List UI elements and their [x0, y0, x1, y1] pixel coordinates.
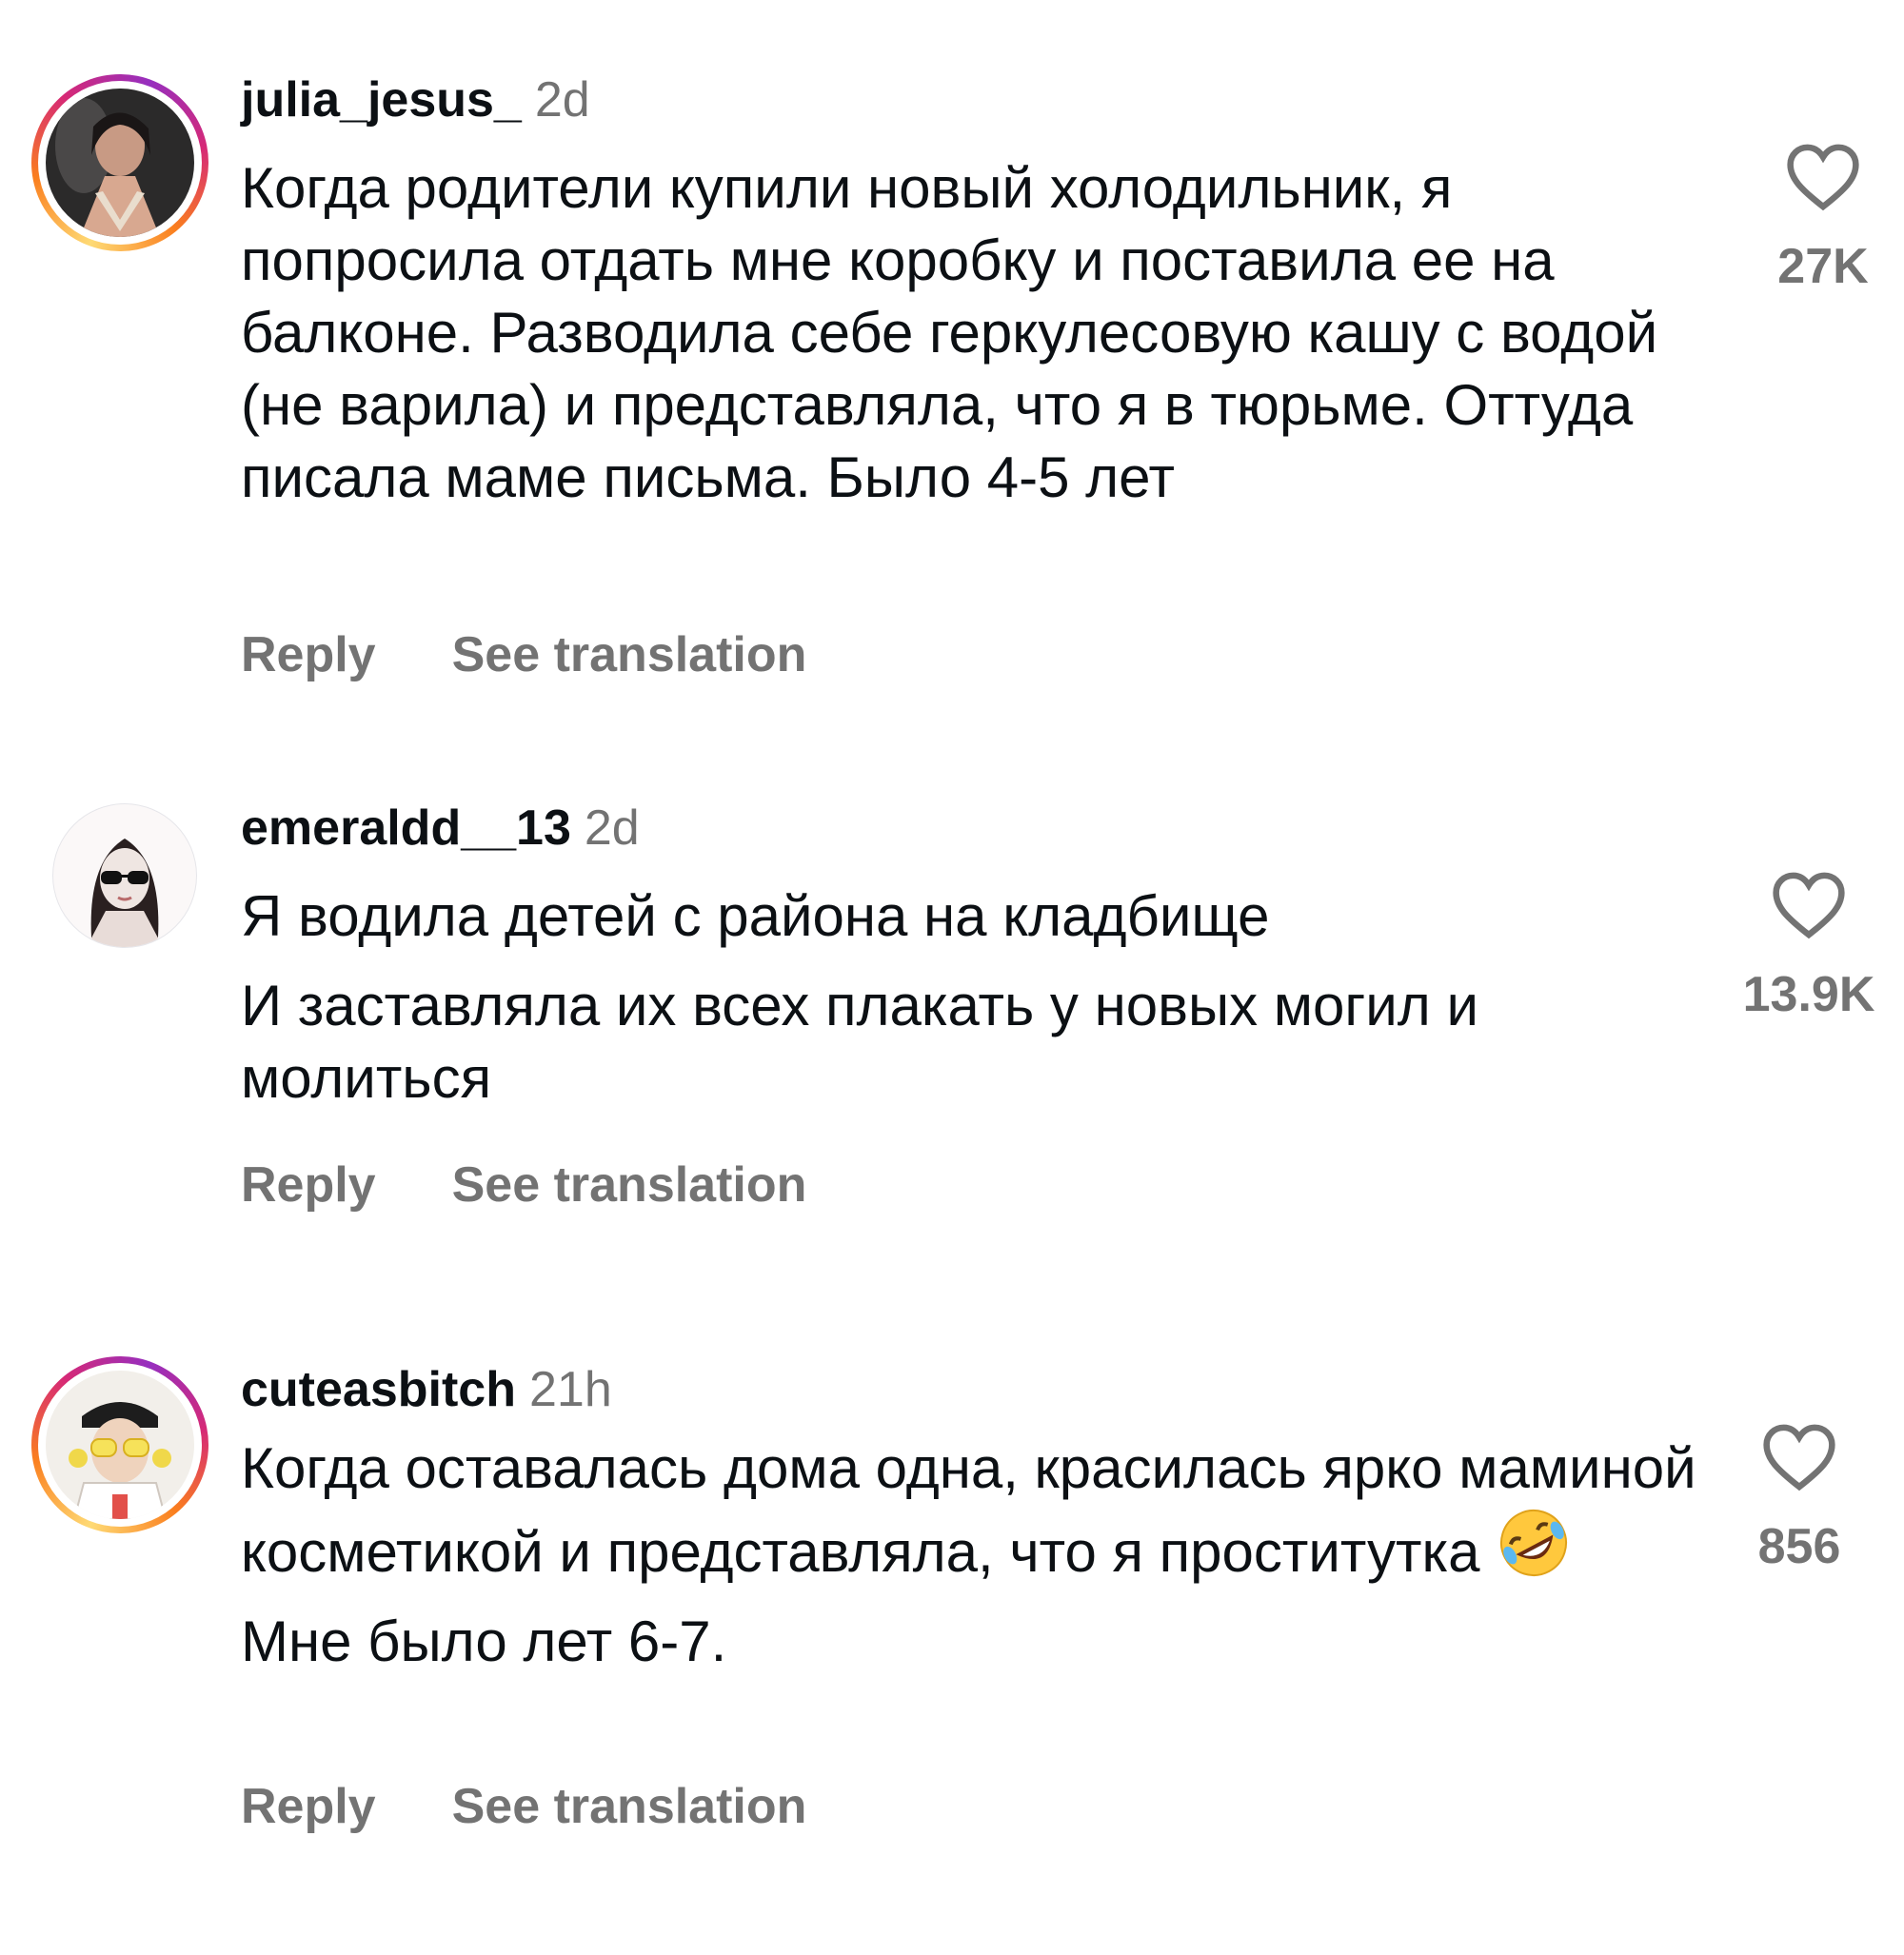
see-translation-button[interactable]: See translation	[452, 1778, 807, 1835]
comment-line: Когда родители купили новый холодильник,…	[241, 156, 1658, 509]
comment-item: emeraldd__13 2d Я водила детей с района н…	[0, 723, 1904, 1294]
comment-item: cuteasbitch 21h Когда оставалась дома одн…	[0, 1294, 1904, 1955]
comment-line: И заставляла их всех плакать у новых мог…	[241, 974, 1478, 1110]
comment-text: Я водила детей с района на кладбище И за…	[241, 880, 1707, 1115]
comment-item: julia_jesus_ 2d Когда родители купили нов…	[0, 0, 1904, 723]
comment-line: Я водила детей с района на кладбище	[241, 884, 1270, 948]
reply-button[interactable]: Reply	[241, 626, 376, 683]
comment-line-text: Когда оставалась дома одна, красилась яр…	[241, 1436, 1696, 1584]
comment-text: Когда родители купили новый холодильник,…	[241, 152, 1707, 514]
timestamp: 2d	[584, 800, 640, 856]
comment-line: Мне было лет 6-7.	[241, 1609, 727, 1673]
comment-header: julia_jesus_ 2d	[241, 71, 590, 128]
avatar-image	[53, 804, 196, 947]
like-count: 27K	[1777, 239, 1869, 294]
avatar-image	[46, 1371, 194, 1519]
comment-actions: Reply See translation	[241, 1778, 806, 1835]
like-control: 856	[1718, 1423, 1880, 1575]
username[interactable]: julia_jesus_	[241, 72, 522, 128]
username[interactable]: emeraldd__13	[241, 800, 571, 856]
comment-text: Когда оставалась дома одна, красилась яр…	[241, 1432, 1707, 1678]
like-count: 13.9K	[1742, 967, 1875, 1022]
heart-outline-icon[interactable]	[1785, 143, 1861, 211]
like-control: 27K	[1742, 143, 1904, 295]
timestamp: 2d	[534, 72, 590, 128]
timestamp: 21h	[528, 1362, 612, 1417]
comment-actions: Reply See translation	[241, 626, 806, 683]
avatar-image	[46, 89, 194, 237]
avatar[interactable]	[31, 1356, 208, 1533]
comment-line: Когда оставалась дома одна, красилась яр…	[241, 1432, 1707, 1589]
avatar[interactable]	[31, 74, 208, 251]
heart-outline-icon[interactable]	[1771, 871, 1847, 939]
comment-actions: Reply See translation	[241, 1156, 806, 1214]
see-translation-button[interactable]: See translation	[452, 1156, 807, 1214]
like-count: 856	[1757, 1519, 1841, 1574]
rolling-on-floor-laughing-emoji	[1500, 1510, 1568, 1576]
comment-header: emeraldd__13 2d	[241, 800, 640, 857]
heart-outline-icon[interactable]	[1761, 1423, 1837, 1491]
reply-button[interactable]: Reply	[241, 1778, 376, 1835]
see-translation-button[interactable]: See translation	[452, 626, 807, 683]
username[interactable]: cuteasbitch	[241, 1362, 516, 1417]
avatar[interactable]	[52, 803, 197, 948]
comment-header: cuteasbitch 21h	[241, 1361, 612, 1418]
like-control: 13.9K	[1728, 871, 1890, 1023]
reply-button[interactable]: Reply	[241, 1156, 376, 1214]
